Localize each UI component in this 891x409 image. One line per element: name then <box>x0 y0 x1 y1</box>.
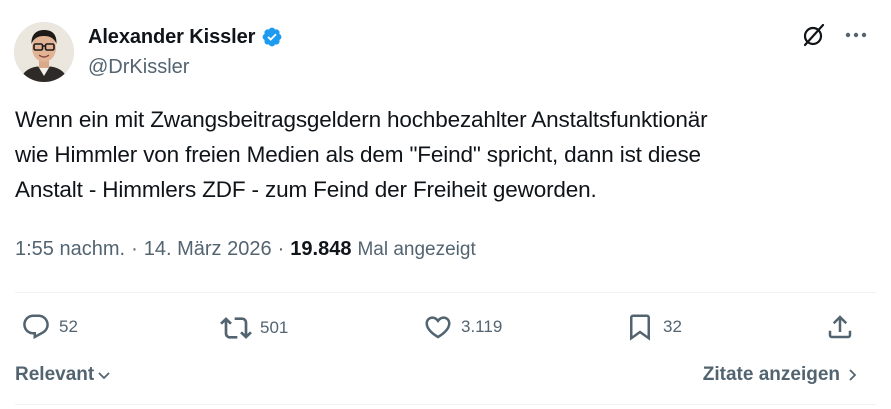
sort-replies-dropdown[interactable]: Relevant <box>15 364 112 386</box>
timestamp-date[interactable]: 14. März 2026 <box>144 238 272 261</box>
display-name[interactable]: Alexander Kissler <box>88 26 255 49</box>
like-button[interactable]: 3.119 <box>423 312 502 342</box>
reply-count: 52 <box>59 317 78 336</box>
action-bar: 52 501 3.119 32 <box>15 312 860 346</box>
bookmark-button[interactable]: 32 <box>625 312 682 342</box>
timestamp-time[interactable]: 1:55 nachm. <box>15 238 125 261</box>
tweet-text: Wenn ein mit Zwangsbeitragsgeldern hochb… <box>15 102 875 207</box>
view-quotes-link[interactable]: Zitate anzeigen <box>703 364 860 386</box>
like-count: 3.119 <box>461 317 503 336</box>
replies-header: Relevant Zitate anzeigen <box>15 362 860 390</box>
meta-separator: · <box>277 238 285 260</box>
bookmark-count: 32 <box>663 317 682 336</box>
share-icon <box>828 315 852 339</box>
repost-icon <box>220 317 252 339</box>
verified-badge-icon[interactable] <box>261 26 283 48</box>
repost-count: 501 <box>260 318 289 337</box>
divider <box>15 292 876 293</box>
views-label: Mal angezeigt <box>357 239 476 260</box>
reply-icon <box>23 314 49 340</box>
quotes-label: Zitate anzeigen <box>702 364 840 385</box>
grok-icon[interactable] <box>801 22 827 48</box>
divider <box>15 404 876 405</box>
avatar[interactable] <box>14 22 74 82</box>
chevron-right-icon <box>849 369 857 381</box>
tweet-text-line: Anstalt - Himmlers ZDF - zum Feind der F… <box>15 177 597 202</box>
reply-button[interactable]: 52 <box>21 312 78 342</box>
share-button[interactable] <box>825 312 855 342</box>
tweet-text-line: wie Himmler von freien Medien als dem "F… <box>15 142 701 167</box>
meta-separator: · <box>131 238 138 260</box>
repost-button[interactable]: 501 <box>220 312 288 344</box>
tweet-meta: 1:55 nachm. · 14. März 2026 · 19.848 Mal… <box>15 238 476 261</box>
sort-label: Relevant <box>15 364 95 385</box>
chevron-down-icon <box>98 372 110 380</box>
tweet-text-line: Wenn ein mit Zwangsbeitragsgeldern hochb… <box>15 107 708 132</box>
avatar-image <box>14 22 74 82</box>
top-actions <box>801 22 867 48</box>
tweet-card: Alexander Kissler @DrKissler Wenn ein mi… <box>0 0 891 409</box>
more-options-icon[interactable] <box>845 31 867 39</box>
author-block: Alexander Kissler @DrKissler <box>88 24 283 79</box>
bookmark-icon <box>630 314 650 341</box>
views-count[interactable]: 19.848 <box>290 238 351 261</box>
handle[interactable]: @DrKissler <box>88 56 283 79</box>
heart-icon <box>425 316 451 339</box>
name-row: Alexander Kissler <box>88 24 283 50</box>
